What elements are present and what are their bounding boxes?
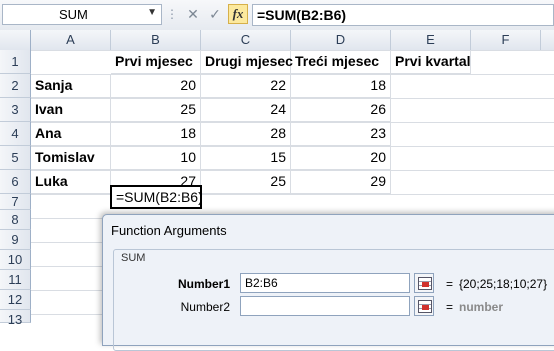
number2-result: number: [459, 300, 504, 314]
cell-d5[interactable]: 20: [291, 146, 391, 170]
row-header-12[interactable]: 12: [0, 290, 31, 310]
cell-c6[interactable]: 25: [201, 170, 291, 194]
cell-b7-active[interactable]: =SUM(B2:B6): [110, 185, 203, 209]
dialog-title: Function Arguments: [111, 223, 227, 238]
cell-d4[interactable]: 23: [291, 122, 391, 146]
insert-function-icon[interactable]: fx: [228, 4, 248, 24]
function-arguments-dialog: Function Arguments SUM Number1 B2:B6 = {…: [102, 214, 554, 351]
cell-e1[interactable]: Prvi kvartal: [391, 50, 471, 74]
cell-b3[interactable]: 25: [111, 98, 201, 122]
row-header-6[interactable]: 6: [0, 170, 31, 194]
equals-sign: =: [446, 300, 454, 314]
collapse-dialog-icon[interactable]: [414, 296, 434, 316]
cell-a6[interactable]: Luka: [31, 170, 111, 194]
equals-sign: =: [446, 277, 454, 291]
formula-input[interactable]: =SUM(B2:B6): [252, 4, 554, 26]
cell-d6[interactable]: 29: [291, 170, 391, 194]
cell-a5[interactable]: Tomislav: [31, 146, 111, 170]
cell-a4[interactable]: Ana: [31, 122, 111, 146]
row-header-10[interactable]: 10: [0, 250, 31, 270]
name-box[interactable]: SUM ▼: [2, 4, 162, 25]
number1-input[interactable]: B2:B6: [240, 273, 410, 293]
row-header-7[interactable]: 7: [0, 194, 31, 210]
cell-c5[interactable]: 15: [201, 146, 291, 170]
column-header-c[interactable]: C: [201, 30, 291, 50]
cell-b5[interactable]: 10: [111, 146, 201, 170]
cancel-icon[interactable]: ✕: [183, 5, 203, 24]
column-header-row: A B C D E F: [0, 30, 554, 51]
cell-c4[interactable]: 28: [201, 122, 291, 146]
row-header-3[interactable]: 3: [0, 98, 31, 122]
cell-c1[interactable]: Drugi mjesec: [201, 50, 293, 74]
cell-c3[interactable]: 24: [201, 98, 291, 122]
row-header-2[interactable]: 2: [0, 74, 31, 98]
column-header-d[interactable]: D: [291, 30, 391, 50]
row-header-5[interactable]: 5: [0, 146, 31, 170]
number1-label: Number1: [177, 277, 230, 291]
cell-d1[interactable]: Treći mjesec: [291, 50, 391, 74]
cell-d2[interactable]: 18: [291, 74, 391, 98]
cell-a2[interactable]: Sanja: [31, 74, 111, 98]
row-header-1[interactable]: 1: [0, 50, 31, 74]
column-header-e[interactable]: E: [391, 30, 471, 50]
cell-b4[interactable]: 18: [111, 122, 201, 146]
column-header-b[interactable]: B: [111, 30, 201, 50]
formula-bar: SUM ▼ ⋮ ✕ ✓ fx =SUM(B2:B6): [0, 0, 554, 31]
grip-icon: ⋮: [166, 7, 178, 21]
row-header-11[interactable]: 11: [0, 270, 31, 290]
number2-input[interactable]: [240, 296, 410, 316]
collapse-dialog-icon[interactable]: [414, 273, 434, 293]
enter-icon[interactable]: ✓: [205, 5, 225, 24]
formula-text: =SUM(B2:B6): [257, 7, 347, 23]
cell-c2[interactable]: 22: [201, 74, 291, 98]
name-box-value: SUM: [59, 7, 88, 22]
select-all-corner[interactable]: [0, 30, 31, 50]
function-name-label: SUM: [121, 252, 146, 264]
row-header-9[interactable]: 9: [0, 230, 31, 250]
column-header-a[interactable]: A: [31, 30, 111, 50]
cell-b2[interactable]: 20: [111, 74, 201, 98]
row-header-8[interactable]: 8: [0, 210, 31, 230]
column-header-f[interactable]: F: [471, 30, 541, 50]
number1-result: {20;25;18;10;27}: [459, 277, 548, 291]
chevron-down-icon[interactable]: ▼: [147, 7, 157, 18]
cell-d3[interactable]: 26: [291, 98, 391, 122]
cell-b1[interactable]: Prvi mjesec: [111, 50, 201, 74]
row-header-4[interactable]: 4: [0, 122, 31, 146]
number2-label: Number2: [180, 300, 230, 314]
row-header-13[interactable]: 13: [0, 310, 31, 327]
cell-a3[interactable]: Ivan: [31, 98, 111, 122]
